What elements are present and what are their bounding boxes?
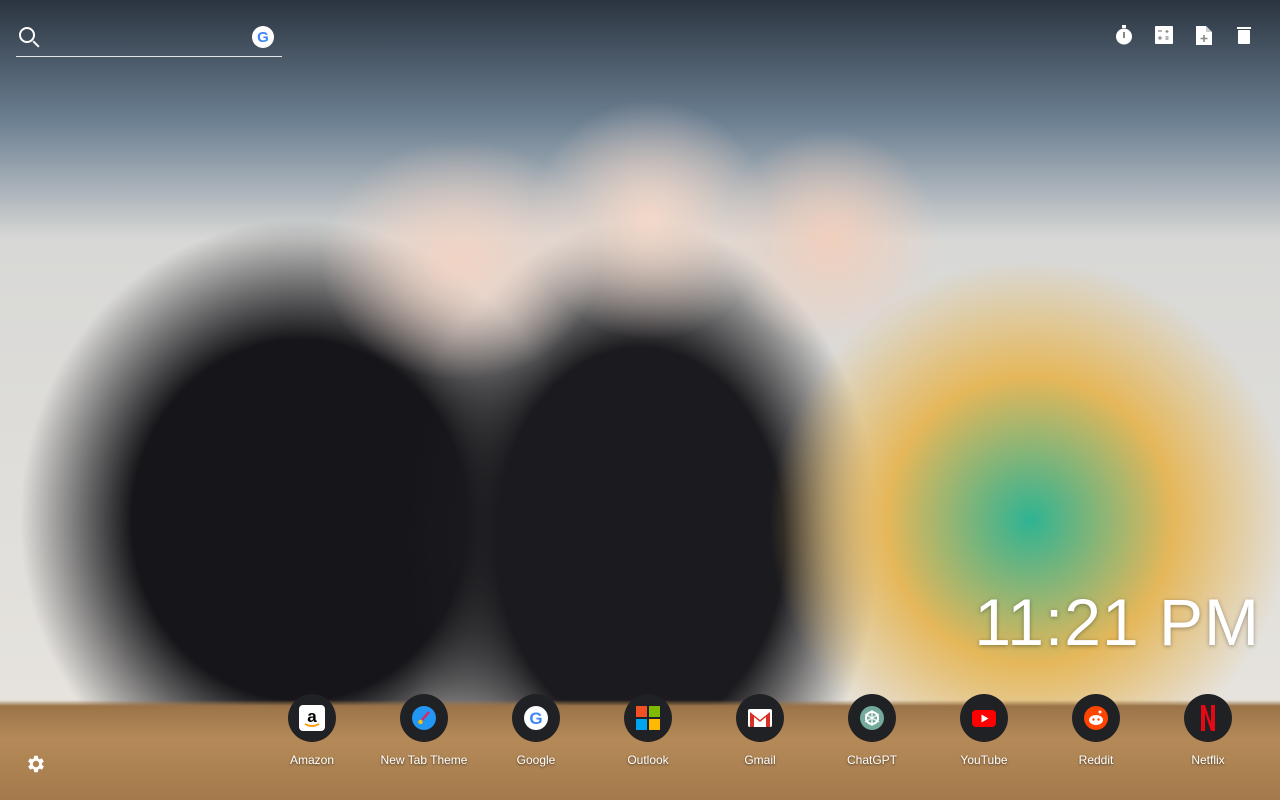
shortcut-label: Google [516, 753, 556, 767]
shortcut-google[interactable]: G Google [480, 694, 592, 767]
paintbrush-icon [412, 706, 436, 730]
reddit-icon [1084, 706, 1108, 730]
search-bar[interactable]: G [16, 24, 282, 57]
clock: 11:21 PM [974, 585, 1260, 659]
shortcut-label: Amazon [289, 753, 335, 767]
svg-text:a: a [307, 707, 317, 726]
shortcut-new-tab-theme[interactable]: New Tab Theme [368, 694, 480, 767]
trash-icon[interactable] [1234, 24, 1254, 46]
shortcut-label: Reddit [1078, 753, 1114, 767]
timer-icon[interactable] [1114, 24, 1134, 46]
shortcut-label: New Tab Theme [380, 753, 468, 767]
chatgpt-icon [860, 706, 884, 730]
shortcut-netflix[interactable]: Netflix [1152, 694, 1264, 767]
search-icon[interactable] [19, 27, 35, 43]
add-note-icon[interactable] [1194, 24, 1214, 46]
shortcut-youtube[interactable]: YouTube [928, 694, 1040, 767]
svg-text:G: G [529, 709, 542, 728]
shortcut-amazon[interactable]: a Amazon [256, 694, 368, 767]
google-icon[interactable]: G [252, 26, 274, 48]
toolbar [1114, 24, 1254, 46]
shortcut-outlook[interactable]: Outlook [592, 694, 704, 767]
shortcut-label: YouTube [960, 753, 1008, 767]
youtube-icon [972, 709, 996, 727]
netflix-icon [1201, 705, 1215, 731]
shortcut-chatgpt[interactable]: ChatGPT [816, 694, 928, 767]
shortcut-gmail[interactable]: Gmail [704, 694, 816, 767]
background-wallpaper [0, 0, 1280, 800]
gmail-icon [748, 709, 772, 727]
microsoft-icon [636, 706, 660, 730]
shortcut-label: Gmail [744, 753, 776, 767]
shortcuts-bar: a Amazon New Tab Theme G Google Outlook … [256, 694, 1264, 767]
calculator-icon[interactable] [1154, 24, 1174, 46]
shortcut-label: ChatGPT [846, 753, 897, 767]
gear-icon[interactable] [25, 753, 47, 775]
google-icon: G [524, 706, 548, 730]
shortcut-label: Netflix [1191, 753, 1225, 767]
shortcut-reddit[interactable]: Reddit [1040, 694, 1152, 767]
shortcut-label: Outlook [627, 753, 669, 767]
amazon-icon: a [299, 705, 325, 731]
